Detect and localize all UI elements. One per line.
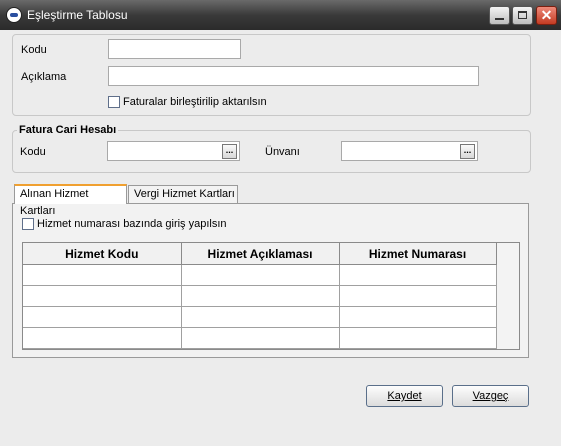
table-row[interactable] bbox=[23, 264, 497, 286]
save-button[interactable]: Kaydet bbox=[366, 385, 443, 407]
cancel-button[interactable]: Vazgeç bbox=[452, 385, 529, 407]
cell-hizmet-aciklamasi[interactable] bbox=[181, 327, 340, 349]
cell-hizmet-aciklamasi[interactable] bbox=[181, 285, 340, 307]
maximize-button[interactable] bbox=[512, 6, 533, 25]
app-logo-icon[interactable] bbox=[6, 7, 22, 23]
cell-hizmet-kodu[interactable] bbox=[23, 264, 182, 286]
merge-invoices-checkbox[interactable] bbox=[108, 96, 120, 108]
general-group: Kodu Açıklama Faturalar birleştirilip ak… bbox=[12, 34, 531, 116]
ellipsis-icon: ... bbox=[225, 145, 234, 155]
column-header-hizmet-numarasi[interactable]: Hizmet Numarası bbox=[339, 243, 497, 265]
services-grid[interactable]: Hizmet Kodu Hizmet Açıklaması Hizmet Num… bbox=[22, 242, 520, 350]
minimize-button[interactable] bbox=[489, 6, 510, 25]
services-table: Hizmet Kodu Hizmet Açıklaması Hizmet Num… bbox=[23, 243, 497, 349]
fatura-cari-title: Fatura Cari Hesabı bbox=[17, 124, 119, 136]
kodu-label: Kodu bbox=[21, 44, 47, 56]
cell-hizmet-aciklamasi[interactable] bbox=[181, 306, 340, 328]
aciklama-field[interactable] bbox=[108, 66, 479, 86]
column-header-hizmet-aciklamasi[interactable]: Hizmet Açıklaması bbox=[181, 243, 340, 265]
service-number-label[interactable]: Hizmet numarası bazında giriş yapılsın bbox=[37, 218, 227, 230]
cell-hizmet-numarasi[interactable] bbox=[339, 327, 497, 349]
tab-vergi-hizmet-kartlari[interactable]: Vergi Hizmet Kartları bbox=[128, 185, 238, 204]
close-button[interactable]: ✕ bbox=[536, 6, 557, 25]
minimize-icon bbox=[495, 18, 504, 20]
table-row[interactable] bbox=[23, 306, 497, 328]
unvani-lookup-button[interactable]: ... bbox=[460, 144, 475, 159]
cancel-button-label: Vazgeç bbox=[472, 390, 509, 402]
maximize-icon bbox=[518, 11, 527, 19]
cell-hizmet-kodu[interactable] bbox=[23, 285, 182, 307]
cell-hizmet-aciklamasi[interactable] bbox=[181, 264, 340, 286]
header-row: Hizmet Kodu Hizmet Açıklaması Hizmet Num… bbox=[23, 243, 497, 265]
cell-hizmet-numarasi[interactable] bbox=[339, 285, 497, 307]
title-bar[interactable]: Eşleştirme Tablosu ✕ bbox=[0, 0, 561, 30]
cari-kodu-lookup-button[interactable]: ... bbox=[222, 144, 237, 159]
tab-label: Vergi Hizmet Kartları bbox=[134, 188, 235, 200]
cell-hizmet-kodu[interactable] bbox=[23, 306, 182, 328]
aciklama-label: Açıklama bbox=[21, 71, 67, 83]
cari-kodu-field[interactable] bbox=[107, 141, 240, 161]
column-header-hizmet-kodu[interactable]: Hizmet Kodu bbox=[23, 243, 182, 265]
table-row[interactable] bbox=[23, 285, 497, 307]
table-row[interactable] bbox=[23, 327, 497, 349]
unvani-field[interactable] bbox=[341, 141, 478, 161]
cell-hizmet-numarasi[interactable] bbox=[339, 306, 497, 328]
tab-alinan-hizmet-kartlari[interactable]: Alınan Hizmet Kartları bbox=[14, 184, 127, 217]
unvani-label: Ünvanı bbox=[265, 146, 300, 158]
save-button-label: Kaydet bbox=[387, 390, 422, 402]
ellipsis-icon: ... bbox=[463, 145, 472, 155]
close-icon: ✕ bbox=[540, 7, 553, 23]
kodu-field[interactable] bbox=[108, 39, 241, 59]
tab-panel: Hizmet numarası bazında giriş yapılsın H… bbox=[12, 203, 529, 358]
window-title: Eşleştirme Tablosu bbox=[27, 8, 128, 22]
cell-hizmet-kodu[interactable] bbox=[23, 327, 182, 349]
merge-invoices-label[interactable]: Faturalar birleştirilip aktarılsın bbox=[123, 96, 267, 108]
cell-hizmet-numarasi[interactable] bbox=[339, 264, 497, 286]
cari-kodu-label: Kodu bbox=[20, 146, 46, 158]
